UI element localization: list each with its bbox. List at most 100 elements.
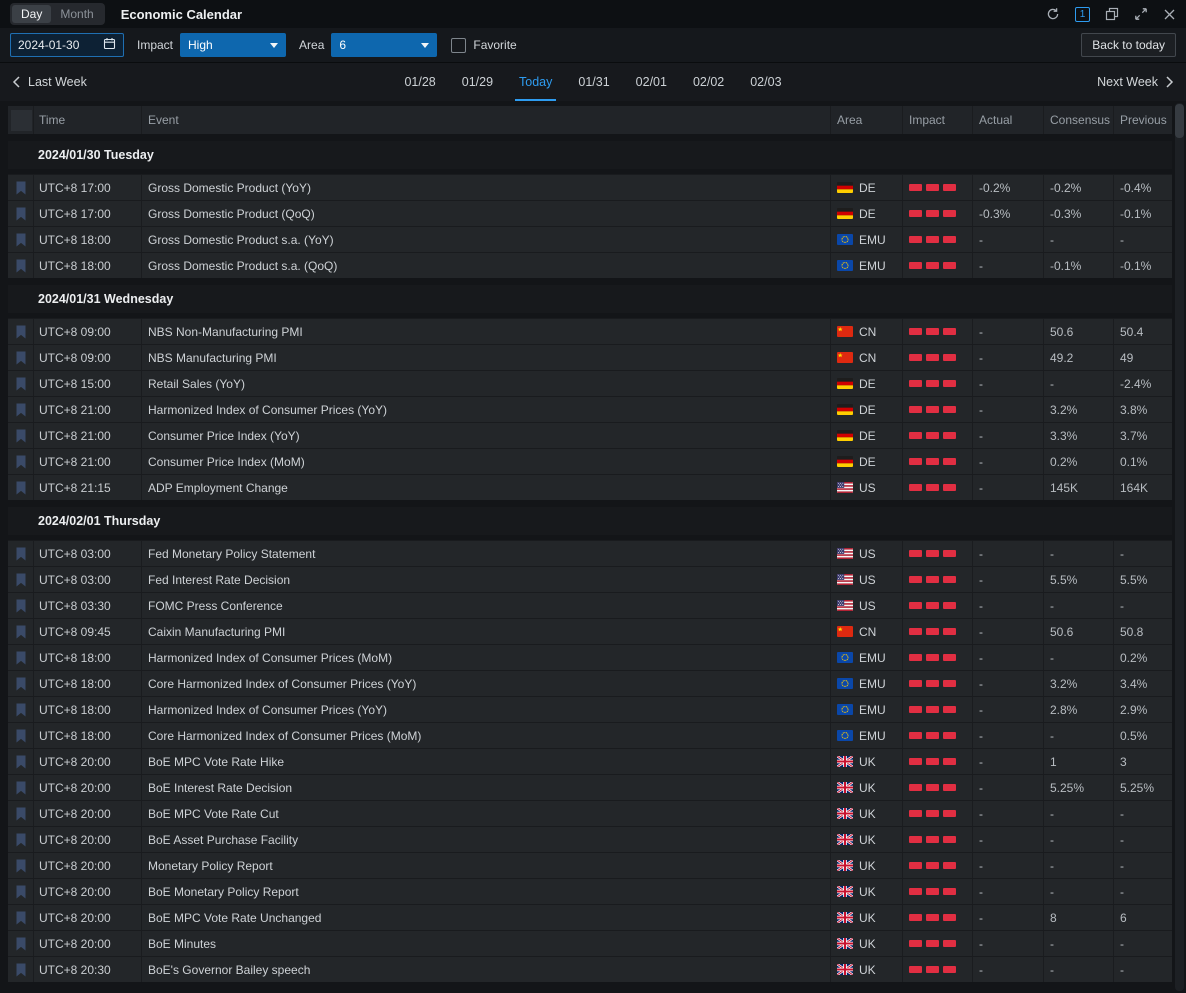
impact-bar	[909, 484, 922, 491]
day-tab[interactable]: 01/31	[565, 63, 622, 101]
bookmark-icon[interactable]	[15, 181, 27, 195]
favorite-checkbox[interactable]	[451, 37, 467, 53]
event-name: BoE MPC Vote Rate Unchanged	[142, 905, 831, 930]
day-tab-today[interactable]: Today	[506, 63, 565, 101]
day-tab[interactable]: 02/01	[623, 63, 680, 101]
bookmark-icon[interactable]	[15, 781, 27, 795]
event-row[interactable]: UTC+8 21:00 Consumer Price Index (YoY) DE -…	[8, 422, 1172, 448]
next-week-button[interactable]: Next Week	[1097, 75, 1174, 89]
event-name: Gross Domestic Product (YoY)	[142, 175, 831, 200]
event-area: DE	[831, 175, 903, 200]
scrollbar-thumb[interactable]	[1175, 104, 1184, 138]
bookmark-icon[interactable]	[15, 481, 27, 495]
bookmark-icon[interactable]	[15, 573, 27, 587]
impact-select[interactable]: High	[180, 33, 287, 57]
bookmark-icon[interactable]	[15, 455, 27, 469]
event-time: UTC+8 20:00	[34, 879, 142, 904]
event-area: UK	[831, 905, 903, 930]
event-row[interactable]: UTC+8 20:00 BoE Asset Purchase Facility UK…	[8, 826, 1172, 852]
actual-value: -	[973, 397, 1044, 422]
day-tab[interactable]: 01/28	[391, 63, 448, 101]
event-row[interactable]: UTC+8 20:00 BoE Minutes UK - - -	[8, 930, 1172, 956]
event-area: EMU	[831, 723, 903, 748]
event-row[interactable]: UTC+8 20:00 BoE MPC Vote Rate Hike UK -1 3	[8, 748, 1172, 774]
flag-emu-icon	[837, 730, 853, 741]
event-row[interactable]: UTC+8 18:00 Harmonized Index of Consumer …	[8, 644, 1172, 670]
bookmark-icon[interactable]	[15, 703, 27, 717]
event-row[interactable]: UTC+8 03:30 FOMC Press Conference US - - -	[8, 592, 1172, 618]
previous-value: -	[1120, 832, 1124, 847]
bookmark-icon[interactable]	[15, 937, 27, 951]
event-name: Retail Sales (YoY)	[142, 371, 831, 396]
event-row[interactable]: UTC+8 18:00 Core Harmonized Index of Cons…	[8, 670, 1172, 696]
event-row[interactable]: UTC+8 20:00 BoE Monetary Policy Report UK -…	[8, 878, 1172, 904]
event-row[interactable]: UTC+8 03:00 Fed Interest Rate Decision US -…	[8, 566, 1172, 592]
event-row[interactable]: UTC+8 20:30 BoE's Governor Bailey speech U…	[8, 956, 1172, 982]
impact-bars	[903, 697, 973, 722]
event-row[interactable]: UTC+8 21:00 Harmonized Index of Consumer …	[8, 396, 1172, 422]
bookmark-icon[interactable]	[15, 651, 27, 665]
bookmark-icon[interactable]	[15, 547, 27, 561]
event-row[interactable]: UTC+8 15:00 Retail Sales (YoY) DE - - -2.4%	[8, 370, 1172, 396]
bookmark-icon[interactable]	[15, 807, 27, 821]
day-tab[interactable]: 02/03	[737, 63, 794, 101]
last-week-button[interactable]: Last Week	[12, 75, 87, 89]
panel-count-badge[interactable]: 1	[1075, 6, 1090, 22]
event-row[interactable]: UTC+8 09:45 Caixin Manufacturing PMI CN -50…	[8, 618, 1172, 644]
day-tab[interactable]: 02/02	[680, 63, 737, 101]
bookmark-icon[interactable]	[15, 833, 27, 847]
bookmark-icon[interactable]	[15, 599, 27, 613]
event-row[interactable]: UTC+8 20:00 BoE Interest Rate Decision UK -…	[8, 774, 1172, 800]
restore-window-icon[interactable]	[1105, 7, 1119, 21]
event-row[interactable]: UTC+8 09:00 NBS Manufacturing PMI CN -49.2 4…	[8, 344, 1172, 370]
bookmark-icon[interactable]	[15, 233, 27, 247]
impact-bar	[926, 862, 939, 869]
bookmark-icon[interactable]	[15, 259, 27, 273]
event-row[interactable]: UTC+8 17:00 Gross Domestic Product (YoY) D…	[8, 174, 1172, 200]
date-picker[interactable]: 2024-01-30	[10, 33, 124, 57]
event-row[interactable]: UTC+8 18:00 Gross Domestic Product s.a. (…	[8, 252, 1172, 278]
area-code: US	[859, 546, 876, 561]
bookmark-icon[interactable]	[15, 377, 27, 391]
back-to-today-button[interactable]: Back to today	[1081, 33, 1176, 57]
actual-value: -	[973, 593, 1044, 618]
bookmark-icon[interactable]	[15, 403, 27, 417]
bookmark-icon[interactable]	[15, 885, 27, 899]
bookmark-icon[interactable]	[15, 207, 27, 221]
actual-value: -	[973, 801, 1044, 826]
bookmark-icon[interactable]	[15, 351, 27, 365]
bookmark-icon[interactable]	[15, 325, 27, 339]
event-row[interactable]: UTC+8 20:00 Monetary Policy Report UK - - -	[8, 852, 1172, 878]
event-row[interactable]: UTC+8 03:00 Fed Monetary Policy Statement…	[8, 540, 1172, 566]
vertical-scrollbar[interactable]	[1175, 103, 1184, 991]
event-row[interactable]: UTC+8 21:15 ADP Employment Change US -145K 1…	[8, 474, 1172, 500]
day-tab[interactable]: 01/29	[449, 63, 506, 101]
bookmark-column-header[interactable]	[8, 106, 34, 134]
view-toggle: Day Month	[10, 3, 105, 25]
close-icon[interactable]	[1163, 8, 1176, 21]
bookmark-icon[interactable]	[15, 729, 27, 743]
event-row[interactable]: UTC+8 21:00 Consumer Price Index (MoM) DE -…	[8, 448, 1172, 474]
bookmark-icon[interactable]	[15, 429, 27, 443]
event-row[interactable]: UTC+8 09:00 NBS Non-Manufacturing PMI CN -5…	[8, 318, 1172, 344]
expand-icon[interactable]	[1134, 7, 1148, 21]
event-row[interactable]: UTC+8 18:00 Gross Domestic Product s.a. (…	[8, 226, 1172, 252]
tab-day[interactable]: Day	[12, 5, 52, 23]
event-row[interactable]: UTC+8 20:00 BoE MPC Vote Rate Unchanged UK…	[8, 904, 1172, 930]
bookmark-icon[interactable]	[15, 755, 27, 769]
column-header-impact: Impact	[903, 106, 973, 134]
bookmark-icon[interactable]	[15, 963, 27, 977]
bookmark-icon[interactable]	[15, 859, 27, 873]
date-group-header: 2024/01/30 Tuesday	[8, 141, 1172, 169]
refresh-icon[interactable]	[1046, 7, 1060, 21]
area-select[interactable]: 6	[331, 33, 438, 57]
event-row[interactable]: UTC+8 17:00 Gross Domestic Product (QoQ) D…	[8, 200, 1172, 226]
impact-bar	[909, 210, 922, 217]
tab-month[interactable]: Month	[51, 5, 102, 23]
event-row[interactable]: UTC+8 18:00 Harmonized Index of Consumer …	[8, 696, 1172, 722]
bookmark-icon[interactable]	[15, 625, 27, 639]
event-row[interactable]: UTC+8 18:00 Core Harmonized Index of Cons…	[8, 722, 1172, 748]
bookmark-icon[interactable]	[15, 677, 27, 691]
event-row[interactable]: UTC+8 20:00 BoE MPC Vote Rate Cut UK - - -	[8, 800, 1172, 826]
bookmark-icon[interactable]	[15, 911, 27, 925]
